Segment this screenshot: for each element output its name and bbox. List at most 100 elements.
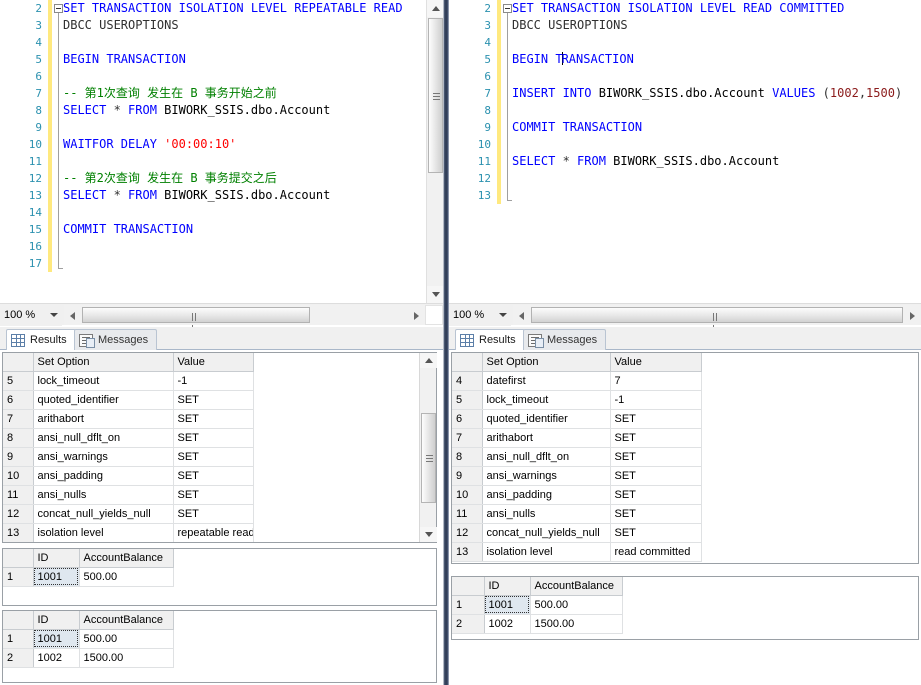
code-line[interactable]: DBCC USEROPTIONS	[63, 17, 426, 34]
result-table[interactable]: Set OptionValue4datefirst75lock_timeout-…	[452, 353, 702, 562]
code-line[interactable]	[63, 204, 426, 221]
table-row[interactable]: 8ansi_null_dflt_onSET	[3, 428, 253, 447]
column-header[interactable]	[3, 353, 33, 371]
table-row[interactable]: 210021500.00	[3, 648, 173, 667]
table-cell[interactable]: arithabort	[482, 428, 610, 447]
row-number-cell[interactable]: 13	[3, 523, 33, 542]
table-cell[interactable]: 500.00	[530, 595, 622, 614]
code-line[interactable]: COMMIT TRANSACTION	[63, 221, 426, 238]
row-number-cell[interactable]: 8	[3, 428, 33, 447]
result-grid-account-first-left[interactable]: IDAccountBalance11001500.00	[2, 548, 437, 606]
table-cell[interactable]: ansi_nulls	[33, 485, 173, 504]
row-number-cell[interactable]: 6	[3, 390, 33, 409]
tab-results-left[interactable]: Results	[6, 329, 76, 350]
result-grid-useroptions-right[interactable]: Set OptionValue4datefirst75lock_timeout-…	[451, 352, 919, 564]
fold-collapse-icon[interactable]	[503, 4, 512, 13]
row-number-cell[interactable]: 10	[3, 466, 33, 485]
row-number-cell[interactable]: 13	[452, 542, 482, 561]
table-cell[interactable]: isolation level	[482, 542, 610, 561]
code-line[interactable]: SELECT * FROM BIWORK_SSIS.dbo.Account	[63, 102, 426, 119]
row-number-cell[interactable]: 9	[452, 466, 482, 485]
scroll-down-arrow-icon[interactable]	[427, 286, 443, 303]
scroll-right-arrow-icon[interactable]	[409, 305, 425, 325]
table-cell[interactable]: lock_timeout	[482, 390, 610, 409]
editor-hscrollbar-left[interactable]	[64, 305, 425, 325]
fold-collapse-icon[interactable]	[54, 4, 63, 13]
column-header[interactable]: Set Option	[33, 353, 173, 371]
table-cell[interactable]: read committed	[610, 542, 701, 561]
table-cell[interactable]: -1	[610, 390, 701, 409]
table-row[interactable]: 210021500.00	[452, 614, 622, 633]
column-header[interactable]: Set Option	[482, 353, 610, 371]
code-line[interactable]: -- 第1次查询 发生在 B 事务开始之前	[63, 85, 426, 102]
chevron-down-icon[interactable]	[50, 313, 58, 317]
table-cell[interactable]: SET	[173, 390, 253, 409]
code-line[interactable]: BEGIN TRANSACTION	[63, 51, 426, 68]
table-cell[interactable]: repeatable read	[173, 523, 253, 542]
chevron-down-icon[interactable]	[499, 313, 507, 317]
code-line[interactable]: SET TRANSACTION ISOLATION LEVEL READ COM…	[512, 0, 921, 17]
scroll-left-arrow-icon[interactable]	[64, 305, 80, 325]
result-grid-account-second-left[interactable]: IDAccountBalance11001500.00210021500.00	[2, 610, 437, 683]
table-cell[interactable]: SET	[610, 447, 701, 466]
scroll-down-arrow-icon[interactable]	[420, 527, 437, 542]
editor-vscrollbar-left[interactable]	[426, 0, 443, 303]
code-line[interactable]	[63, 255, 426, 272]
code-line[interactable]	[512, 187, 921, 204]
table-cell[interactable]: ansi_null_dflt_on	[482, 447, 610, 466]
table-cell[interactable]: ansi_padding	[33, 466, 173, 485]
table-row[interactable]: 4datefirst7	[452, 371, 701, 390]
code-line[interactable]	[63, 119, 426, 136]
table-row[interactable]: 8ansi_null_dflt_onSET	[452, 447, 701, 466]
table-cell[interactable]: 1002	[33, 648, 79, 667]
column-header[interactable]: AccountBalance	[79, 611, 173, 629]
row-number-cell[interactable]: 12	[452, 523, 482, 542]
table-cell[interactable]: 1002	[484, 614, 530, 633]
row-number-cell[interactable]: 11	[3, 485, 33, 504]
table-cell[interactable]: ansi_padding	[482, 485, 610, 504]
column-header[interactable]	[452, 577, 484, 595]
code-line[interactable]: BEGIN TRANSACTION	[512, 51, 921, 68]
result-table[interactable]: IDAccountBalance11001500.00210021500.00	[3, 611, 174, 668]
table-cell[interactable]: concat_null_yields_null	[33, 504, 173, 523]
code-line[interactable]: SET TRANSACTION ISOLATION LEVEL REPEATAB…	[63, 0, 426, 17]
row-number-cell[interactable]: 5	[3, 371, 33, 390]
table-row[interactable]: 11001500.00	[452, 595, 622, 614]
table-cell[interactable]: SET	[173, 428, 253, 447]
code-line[interactable]: INSERT INTO BIWORK_SSIS.dbo.Account VALU…	[512, 85, 921, 102]
grid-vscrollbar-left[interactable]	[419, 353, 436, 542]
fold-column-left[interactable]	[53, 0, 63, 303]
scroll-left-arrow-icon[interactable]	[513, 305, 529, 325]
table-cell[interactable]: 500.00	[79, 629, 173, 648]
table-cell[interactable]: SET	[173, 504, 253, 523]
result-table[interactable]: IDAccountBalance11001500.00210021500.00	[452, 577, 623, 634]
code-line[interactable]: -- 第2次查询 发生在 B 事务提交之后	[63, 170, 426, 187]
code-line[interactable]	[63, 68, 426, 85]
row-number-cell[interactable]: 5	[452, 390, 482, 409]
table-cell[interactable]: SET	[173, 466, 253, 485]
column-header[interactable]: AccountBalance	[79, 549, 173, 567]
table-cell[interactable]: SET	[173, 447, 253, 466]
table-cell[interactable]: quoted_identifier	[482, 409, 610, 428]
vscroll-thumb[interactable]	[428, 18, 443, 173]
result-table[interactable]: IDAccountBalance11001500.00	[3, 549, 174, 587]
row-number-cell[interactable]: 12	[3, 504, 33, 523]
column-header[interactable]: ID	[33, 549, 79, 567]
table-cell[interactable]: SET	[610, 523, 701, 542]
row-number-cell[interactable]: 1	[3, 567, 33, 586]
table-cell[interactable]: SET	[610, 504, 701, 523]
table-cell[interactable]: concat_null_yields_null	[482, 523, 610, 542]
column-header[interactable]	[452, 353, 482, 371]
scroll-right-arrow-icon[interactable]	[905, 305, 921, 325]
table-row[interactable]: 9ansi_warningsSET	[452, 466, 701, 485]
scroll-up-arrow-icon[interactable]	[427, 0, 443, 17]
table-row[interactable]: 10ansi_paddingSET	[452, 485, 701, 504]
column-header[interactable]: Value	[173, 353, 253, 371]
code-line[interactable]: SELECT * FROM BIWORK_SSIS.dbo.Account	[63, 187, 426, 204]
code-line[interactable]: WAITFOR DELAY '00:00:10'	[63, 136, 426, 153]
column-header[interactable]: AccountBalance	[530, 577, 622, 595]
result-grid-useroptions-left[interactable]: Set OptionValue5lock_timeout-16quoted_id…	[2, 352, 437, 543]
table-cell[interactable]: lock_timeout	[33, 371, 173, 390]
column-header[interactable]	[3, 549, 33, 567]
table-row[interactable]: 10ansi_paddingSET	[3, 466, 253, 485]
